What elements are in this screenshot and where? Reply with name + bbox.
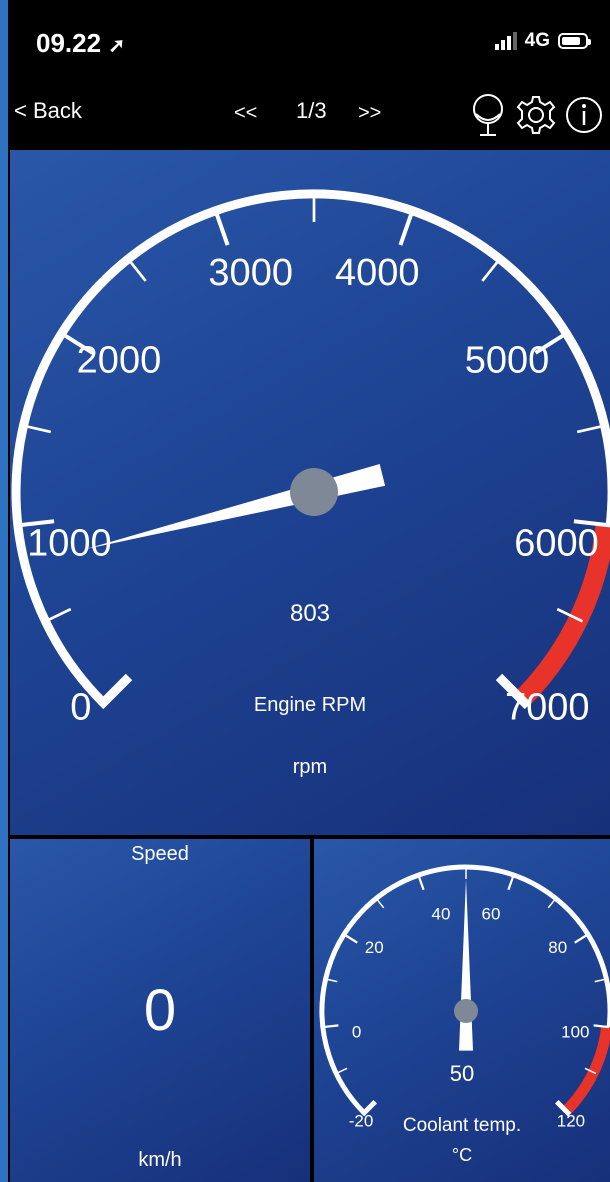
- speed-title: Speed: [131, 843, 189, 865]
- needle-hub: [454, 999, 478, 1023]
- tick-label: 6000: [514, 523, 599, 565]
- major-tick: [507, 874, 515, 891]
- major-tick: [322, 1024, 339, 1029]
- minor-tick: [23, 424, 52, 434]
- tick-label: 0: [352, 1022, 361, 1041]
- minor-tick: [127, 258, 147, 282]
- coolant-gauge-panel: -20 0 20 40 60 80 100 120 50 Coolant temp. °C: [314, 839, 610, 1182]
- major-tick: [213, 210, 230, 246]
- needle: [459, 879, 473, 1051]
- tick-label: 60: [482, 904, 501, 923]
- tick-label: 1000: [27, 523, 112, 565]
- major-tick: [417, 874, 425, 891]
- gear-icon[interactable]: [515, 94, 557, 136]
- navigation-bar: < Back << 1/3 >>: [8, 84, 610, 148]
- dashboard-icon[interactable]: [468, 92, 508, 138]
- rpm-gauge-panel: 0 1000 2000 3000 4000 5000 6000 7000 803 Engine…: [10, 150, 610, 835]
- minor-tick: [481, 258, 501, 282]
- clock-text: 09.22: [36, 28, 102, 58]
- tick-label: 2000: [77, 340, 162, 382]
- coolant-value-readout: 50: [449, 1061, 475, 1086]
- next-page-button[interactable]: >>: [358, 102, 381, 125]
- speed-gauge-panel: Speed 0 km/h: [10, 839, 310, 1182]
- battery-icon: [558, 33, 591, 49]
- tick-label: 5000: [465, 340, 550, 382]
- back-button[interactable]: < Back: [14, 98, 82, 124]
- app-screen: 09.22 ➚ 4G < Back << 1/3 >> 0 1000 2000 …: [8, 0, 610, 1182]
- location-arrow-icon: ➚: [108, 35, 126, 57]
- previous-page-button[interactable]: <<: [234, 102, 257, 125]
- coolant-gauge-title: Coolant temp.: [402, 1115, 522, 1136]
- network-type: 4G: [524, 30, 550, 51]
- major-tick: [574, 933, 589, 944]
- rpm-unit-label: rpm: [292, 756, 328, 778]
- info-icon[interactable]: [564, 95, 604, 135]
- status-bar: 09.22 ➚ 4G: [8, 0, 610, 84]
- rpm-gauge: 0100020003000 4000500060007000: [11, 189, 610, 728]
- tick-label: 100: [561, 1022, 589, 1041]
- tick-label: 4000: [335, 252, 420, 294]
- tick-label: 40: [432, 904, 451, 923]
- status-indicators: 4G: [494, 30, 591, 52]
- rpm-value-readout: 803: [289, 600, 331, 627]
- minor-tick: [375, 897, 385, 909]
- minor-tick: [547, 897, 557, 909]
- status-time: 09.22 ➚: [36, 28, 125, 59]
- tick-label: 80: [548, 938, 567, 957]
- major-tick: [343, 933, 358, 944]
- major-tick: [398, 210, 415, 246]
- rpm-gauge-title: Engine RPM: [253, 694, 367, 716]
- coolant-unit-label: °C: [451, 1145, 473, 1165]
- signal-icon: [494, 32, 517, 50]
- needle: [86, 464, 386, 549]
- tick-label: 3000: [208, 252, 293, 294]
- tick-label: 20: [365, 938, 384, 957]
- needle-hub: [290, 468, 338, 516]
- page-indicator: 1/3: [296, 98, 327, 123]
- speed-unit-label: km/h: [138, 1149, 182, 1171]
- minor-tick: [576, 424, 605, 434]
- speed-value: 0: [143, 978, 177, 1043]
